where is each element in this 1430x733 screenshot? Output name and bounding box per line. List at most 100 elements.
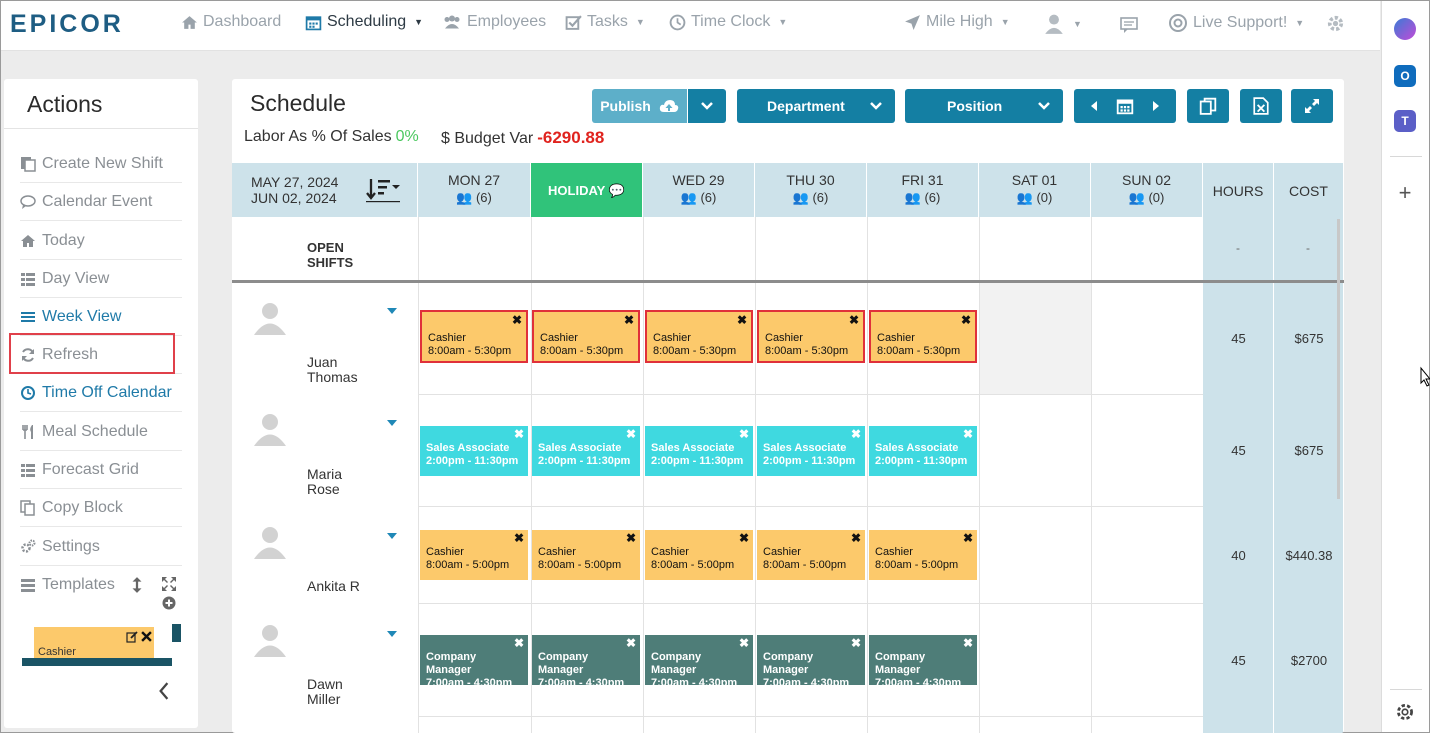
day-header-holiday[interactable]: HOLIDAY 💬 (531, 163, 643, 217)
today-action[interactable]: Today (20, 222, 182, 260)
close-icon[interactable]: ✖ (851, 532, 861, 545)
messages-button[interactable] (1119, 15, 1139, 35)
epicor-logo[interactable]: EPICOR (10, 10, 124, 39)
nav-scheduling[interactable]: Scheduling ▼ (305, 13, 423, 31)
shift-block[interactable]: ✖ Cashier 8:00am - 5:00pm (757, 530, 865, 580)
nav-time-clock[interactable]: Time Clock ▼ (669, 13, 787, 31)
settings-action[interactable]: Settings (20, 528, 182, 566)
close-icon[interactable]: ✖ (963, 428, 973, 441)
shift-block[interactable]: ✖ Company Manager 7:00am - 4:30pm (757, 635, 865, 689)
day-view-action[interactable]: Day View (20, 260, 182, 298)
shift-block[interactable]: ✖ Cashier 8:00am - 5:30pm (420, 310, 528, 363)
shift-block[interactable]: ✖ Sales Associate 2:00pm - 11:30pm (869, 426, 977, 476)
caret-down-icon[interactable] (387, 308, 397, 314)
shift-block[interactable]: ✖ Company Manager 7:00am - 4:30pm (645, 635, 753, 689)
day-header-sat[interactable]: SAT 01 👥 (0) (979, 163, 1091, 217)
template-scroll-thumb[interactable] (172, 624, 181, 642)
template-card-cashier[interactable]: Cashier (34, 627, 154, 660)
employee-name[interactable]: Ankita R (307, 579, 360, 594)
position-dropdown[interactable]: Position (905, 89, 1063, 123)
vertical-resize-icon[interactable] (131, 576, 143, 594)
shift-block[interactable]: ✖ Cashier 8:00am - 5:30pm (757, 310, 865, 363)
outlook-icon[interactable]: O (1394, 65, 1416, 87)
chevron-left-icon[interactable] (158, 682, 170, 700)
shift-block[interactable]: ✖ Cashier 8:00am - 5:00pm (645, 530, 753, 580)
close-icon[interactable]: ✖ (851, 637, 861, 650)
sort-icon[interactable] (366, 177, 402, 203)
gear-icon[interactable] (1394, 701, 1416, 723)
edit-icon[interactable] (126, 631, 138, 643)
time-off-calendar-action[interactable]: Time Off Calendar (20, 374, 182, 412)
shift-block[interactable]: ✖ Cashier 8:00am - 5:30pm (869, 310, 977, 363)
fullscreen-button[interactable] (1291, 89, 1333, 123)
day-header-wed[interactable]: WED 29 👥 (6) (643, 163, 755, 217)
close-icon[interactable]: ✖ (739, 532, 749, 545)
close-icon[interactable]: ✖ (626, 532, 636, 545)
shift-block[interactable]: ✖ Sales Associate 2:00pm - 11:30pm (645, 426, 753, 476)
caret-left-icon[interactable] (1090, 100, 1098, 112)
copy-block-action[interactable]: Copy Block (20, 489, 182, 527)
shift-block[interactable]: ✖ Sales Associate 2:00pm - 11:30pm (532, 426, 640, 476)
shift-block[interactable]: ✖ Company Manager 7:00am - 4:30pm (532, 635, 640, 689)
employee-name[interactable]: Maria Rose (307, 467, 342, 497)
shift-block[interactable]: ✖ Cashier 8:00am - 5:00pm (869, 530, 977, 580)
caret-down-icon[interactable] (387, 533, 397, 539)
shift-block[interactable]: ✖ Company Manager 7:00am - 4:30pm (420, 635, 528, 689)
meal-schedule-action[interactable]: Meal Schedule (20, 413, 182, 451)
expand-arrows-icon[interactable] (161, 576, 177, 592)
employee-name[interactable]: Dawn Miller (307, 677, 343, 707)
department-dropdown[interactable]: Department (737, 89, 895, 123)
close-icon[interactable] (141, 631, 152, 642)
close-icon[interactable]: ✖ (624, 314, 634, 327)
close-icon[interactable]: ✖ (514, 428, 524, 441)
day-header-thu[interactable]: THU 30 👥 (6) (755, 163, 867, 217)
nav-tasks[interactable]: Tasks ▼ (565, 13, 645, 31)
caret-right-icon[interactable] (1152, 100, 1160, 112)
teams-icon[interactable]: T (1394, 110, 1416, 132)
grid-scrollbar[interactable] (1337, 219, 1340, 499)
copy-schedule-button[interactable] (1187, 89, 1229, 123)
caret-down-icon[interactable] (387, 631, 397, 637)
nav-location[interactable]: Mile High ▼ (904, 13, 1010, 31)
publish-button[interactable]: Publish (592, 89, 687, 123)
nav-employees[interactable]: Employees (442, 13, 546, 31)
close-icon[interactable]: ✖ (737, 314, 747, 327)
shift-block[interactable]: ✖ Sales Associate 2:00pm - 11:30pm (757, 426, 865, 476)
shift-block[interactable]: ✖ Cashier 8:00am - 5:30pm (532, 310, 640, 363)
export-excel-button[interactable] (1240, 89, 1282, 123)
day-header-sun[interactable]: SUN 02 👥 (0) (1091, 163, 1203, 217)
close-icon[interactable]: ✖ (849, 314, 859, 327)
close-icon[interactable]: ✖ (963, 532, 973, 545)
shift-block[interactable]: ✖ Sales Associate 2:00pm - 11:30pm (420, 426, 528, 476)
add-app-icon[interactable]: + (1394, 182, 1416, 204)
add-circle-icon[interactable] (162, 596, 176, 610)
nav-live-support[interactable]: Live Support! ▼ (1168, 13, 1304, 33)
settings-button[interactable] (1325, 13, 1346, 34)
close-icon[interactable]: ✖ (961, 314, 971, 327)
close-icon[interactable]: ✖ (514, 637, 524, 650)
shift-block[interactable]: ✖ Cashier 8:00am - 5:00pm (532, 530, 640, 580)
close-icon[interactable]: ✖ (851, 428, 861, 441)
close-icon[interactable]: ✖ (512, 314, 522, 327)
forecast-grid-action[interactable]: Forecast Grid (20, 451, 182, 489)
day-header-fri[interactable]: FRI 31 👥 (6) (867, 163, 979, 217)
publish-dropdown-button[interactable] (688, 89, 726, 123)
calendar-icon[interactable] (1116, 97, 1134, 115)
shift-block[interactable]: ✖ Company Manager 7:00am - 4:30pm (869, 635, 977, 689)
copilot-icon[interactable] (1394, 18, 1416, 40)
shift-block[interactable]: ✖ Cashier 8:00am - 5:30pm (645, 310, 753, 363)
close-icon[interactable]: ✖ (963, 637, 973, 650)
close-icon[interactable]: ✖ (626, 428, 636, 441)
templates-action[interactable]: Templates (20, 566, 182, 604)
close-icon[interactable]: ✖ (739, 428, 749, 441)
employee-name[interactable]: Juan Thomas (307, 355, 358, 385)
close-icon[interactable]: ✖ (626, 637, 636, 650)
calendar-event-action[interactable]: Calendar Event (20, 183, 182, 221)
caret-down-icon[interactable] (387, 420, 397, 426)
nav-user-menu[interactable]: ▼ (1043, 13, 1082, 35)
week-view-action[interactable]: Week View (20, 298, 182, 336)
day-header-mon[interactable]: MON 27 👥 (6) (418, 163, 531, 217)
create-new-shift-action[interactable]: Create New Shift (20, 145, 182, 183)
close-icon[interactable]: ✖ (514, 532, 524, 545)
close-icon[interactable]: ✖ (739, 637, 749, 650)
